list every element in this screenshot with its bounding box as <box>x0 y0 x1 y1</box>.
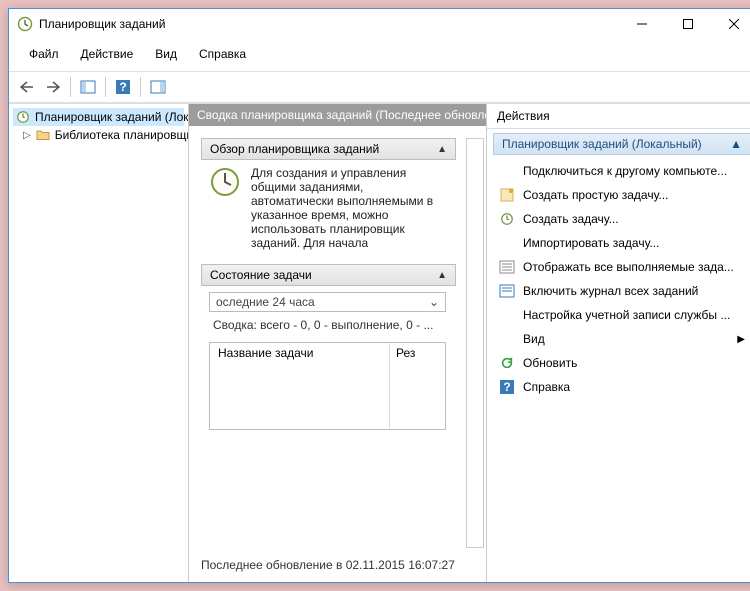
submenu-arrow-icon: ▶ <box>737 334 745 345</box>
action-view[interactable]: Вид ▶ <box>493 327 750 351</box>
separator <box>105 77 106 97</box>
action-enable-history[interactable]: Включить журнал всех заданий <box>493 279 750 303</box>
expand-icon[interactable]: ▷ <box>23 130 31 141</box>
action-service-account[interactable]: Настройка учетной записи службы ... <box>493 303 750 327</box>
menu-file[interactable]: Файл <box>19 43 69 65</box>
separator <box>70 77 71 97</box>
summary-text: Сводка: всего - 0, 0 - выполнение, 0 - .… <box>209 312 446 342</box>
tree-child-label: Библиотека планировщика <box>55 128 189 142</box>
content-area: Планировщик заданий (Локальный) ▷ Библио… <box>9 103 750 582</box>
action-label: Отображать все выполняемые зада... <box>523 260 734 274</box>
blank-icon <box>499 235 515 251</box>
wizard-icon <box>499 187 515 203</box>
window-title: Планировщик заданий <box>39 17 619 31</box>
action-label: Настройка учетной записи службы ... <box>523 308 730 322</box>
action-refresh[interactable]: Обновить <box>493 351 750 375</box>
state-header[interactable]: Состояние задачи ▲ <box>201 264 456 286</box>
action-label: Обновить <box>523 356 577 370</box>
help-icon: ? <box>499 379 515 395</box>
maximize-button[interactable] <box>665 9 711 39</box>
tree-child[interactable]: ▷ Библиотека планировщика <box>13 126 184 144</box>
actions-group-label: Планировщик заданий (Локальный) <box>502 137 702 151</box>
menu-view[interactable]: Вид <box>145 43 187 65</box>
show-tree-button[interactable] <box>76 75 100 99</box>
action-label: Создать задачу... <box>523 212 619 226</box>
center-body: Обзор планировщика заданий ▲ Для создани… <box>189 126 486 550</box>
action-label: Импортировать задачу... <box>523 236 659 250</box>
action-label: Справка <box>523 380 570 394</box>
separator <box>140 77 141 97</box>
actions-group-header[interactable]: Планировщик заданий (Локальный) ▲ <box>493 133 750 155</box>
menubar: Файл Действие Вид Справка <box>9 39 750 71</box>
toolbar: ? <box>9 71 750 103</box>
tree-panel[interactable]: Планировщик заданий (Локальный) ▷ Библио… <box>9 104 189 582</box>
action-label: Включить журнал всех заданий <box>523 284 698 298</box>
back-button[interactable] <box>15 75 39 99</box>
action-help[interactable]: ? Справка <box>493 375 750 399</box>
overview-section: Обзор планировщика заданий ▲ Для создани… <box>201 138 474 250</box>
state-body: оследние 24 часа ⌄ Сводка: всего - 0, 0 … <box>201 286 456 430</box>
period-value: оследние 24 часа <box>216 295 315 309</box>
collapse-icon: ▲ <box>730 137 742 151</box>
center-header: Сводка планировщика заданий (Последнее о… <box>189 104 486 126</box>
folder-icon <box>35 127 51 143</box>
state-section: Состояние задачи ▲ оследние 24 часа ⌄ Св… <box>201 264 474 430</box>
svg-text:?: ? <box>503 380 510 394</box>
action-create-task[interactable]: Создать задачу... <box>493 207 750 231</box>
blank-icon <box>499 331 515 347</box>
action-label: Вид <box>523 332 545 346</box>
minimize-button[interactable] <box>619 9 665 39</box>
titlebar: Планировщик заданий <box>9 9 750 39</box>
actions-panel: Действия Планировщик заданий (Локальный)… <box>487 104 750 582</box>
col-name[interactable]: Название задачи <box>210 343 390 429</box>
forward-button[interactable] <box>41 75 65 99</box>
action-import[interactable]: Импортировать задачу... <box>493 231 750 255</box>
collapse-icon[interactable]: ▲ <box>437 270 447 281</box>
blank-icon <box>499 163 515 179</box>
svg-text:?: ? <box>119 80 126 94</box>
clock-icon <box>17 16 33 32</box>
menu-action[interactable]: Действие <box>71 43 144 65</box>
overview-body: Для создания и управления общими задания… <box>201 160 456 250</box>
overview-title: Обзор планировщика заданий <box>210 142 379 156</box>
action-label: Подключиться к другому компьюте... <box>523 164 727 178</box>
clock-icon <box>209 166 241 250</box>
panel-button[interactable] <box>146 75 170 99</box>
overview-header[interactable]: Обзор планировщика заданий ▲ <box>201 138 456 160</box>
overview-text: Для создания и управления общими задания… <box>251 166 446 250</box>
collapse-icon[interactable]: ▲ <box>437 144 447 155</box>
close-button[interactable] <box>711 9 750 39</box>
clock-icon <box>499 211 515 227</box>
window: Планировщик заданий Файл Действие Вид Сп… <box>8 8 750 583</box>
period-select[interactable]: оследние 24 часа ⌄ <box>209 292 446 312</box>
col-result[interactable]: Рез <box>390 343 445 429</box>
task-table[interactable]: Название задачи Рез <box>209 342 446 430</box>
blank-icon <box>499 307 515 323</box>
tree-root[interactable]: Планировщик заданий (Локальный) <box>13 108 184 126</box>
chevron-down-icon: ⌄ <box>429 295 439 309</box>
action-show-all[interactable]: Отображать все выполняемые зада... <box>493 255 750 279</box>
action-create-basic[interactable]: Создать простую задачу... <box>493 183 750 207</box>
center-panel: Сводка планировщика заданий (Последнее о… <box>189 104 487 582</box>
list-icon <box>499 259 515 275</box>
state-title: Состояние задачи <box>210 268 312 282</box>
actions-list: Подключиться к другому компьюте... Созда… <box>487 159 750 399</box>
action-label: Создать простую задачу... <box>523 188 668 202</box>
window-controls <box>619 9 750 39</box>
menu-help[interactable]: Справка <box>189 43 256 65</box>
tree-root-label: Планировщик заданий (Локальный) <box>35 110 189 124</box>
actions-title: Действия <box>487 104 750 129</box>
clock-icon <box>15 109 31 125</box>
footer-text: Последнее обновление в 02.11.2015 16:07:… <box>189 550 486 582</box>
help-button[interactable]: ? <box>111 75 135 99</box>
refresh-icon <box>499 355 515 371</box>
action-connect[interactable]: Подключиться к другому компьюте... <box>493 159 750 183</box>
history-icon <box>499 283 515 299</box>
